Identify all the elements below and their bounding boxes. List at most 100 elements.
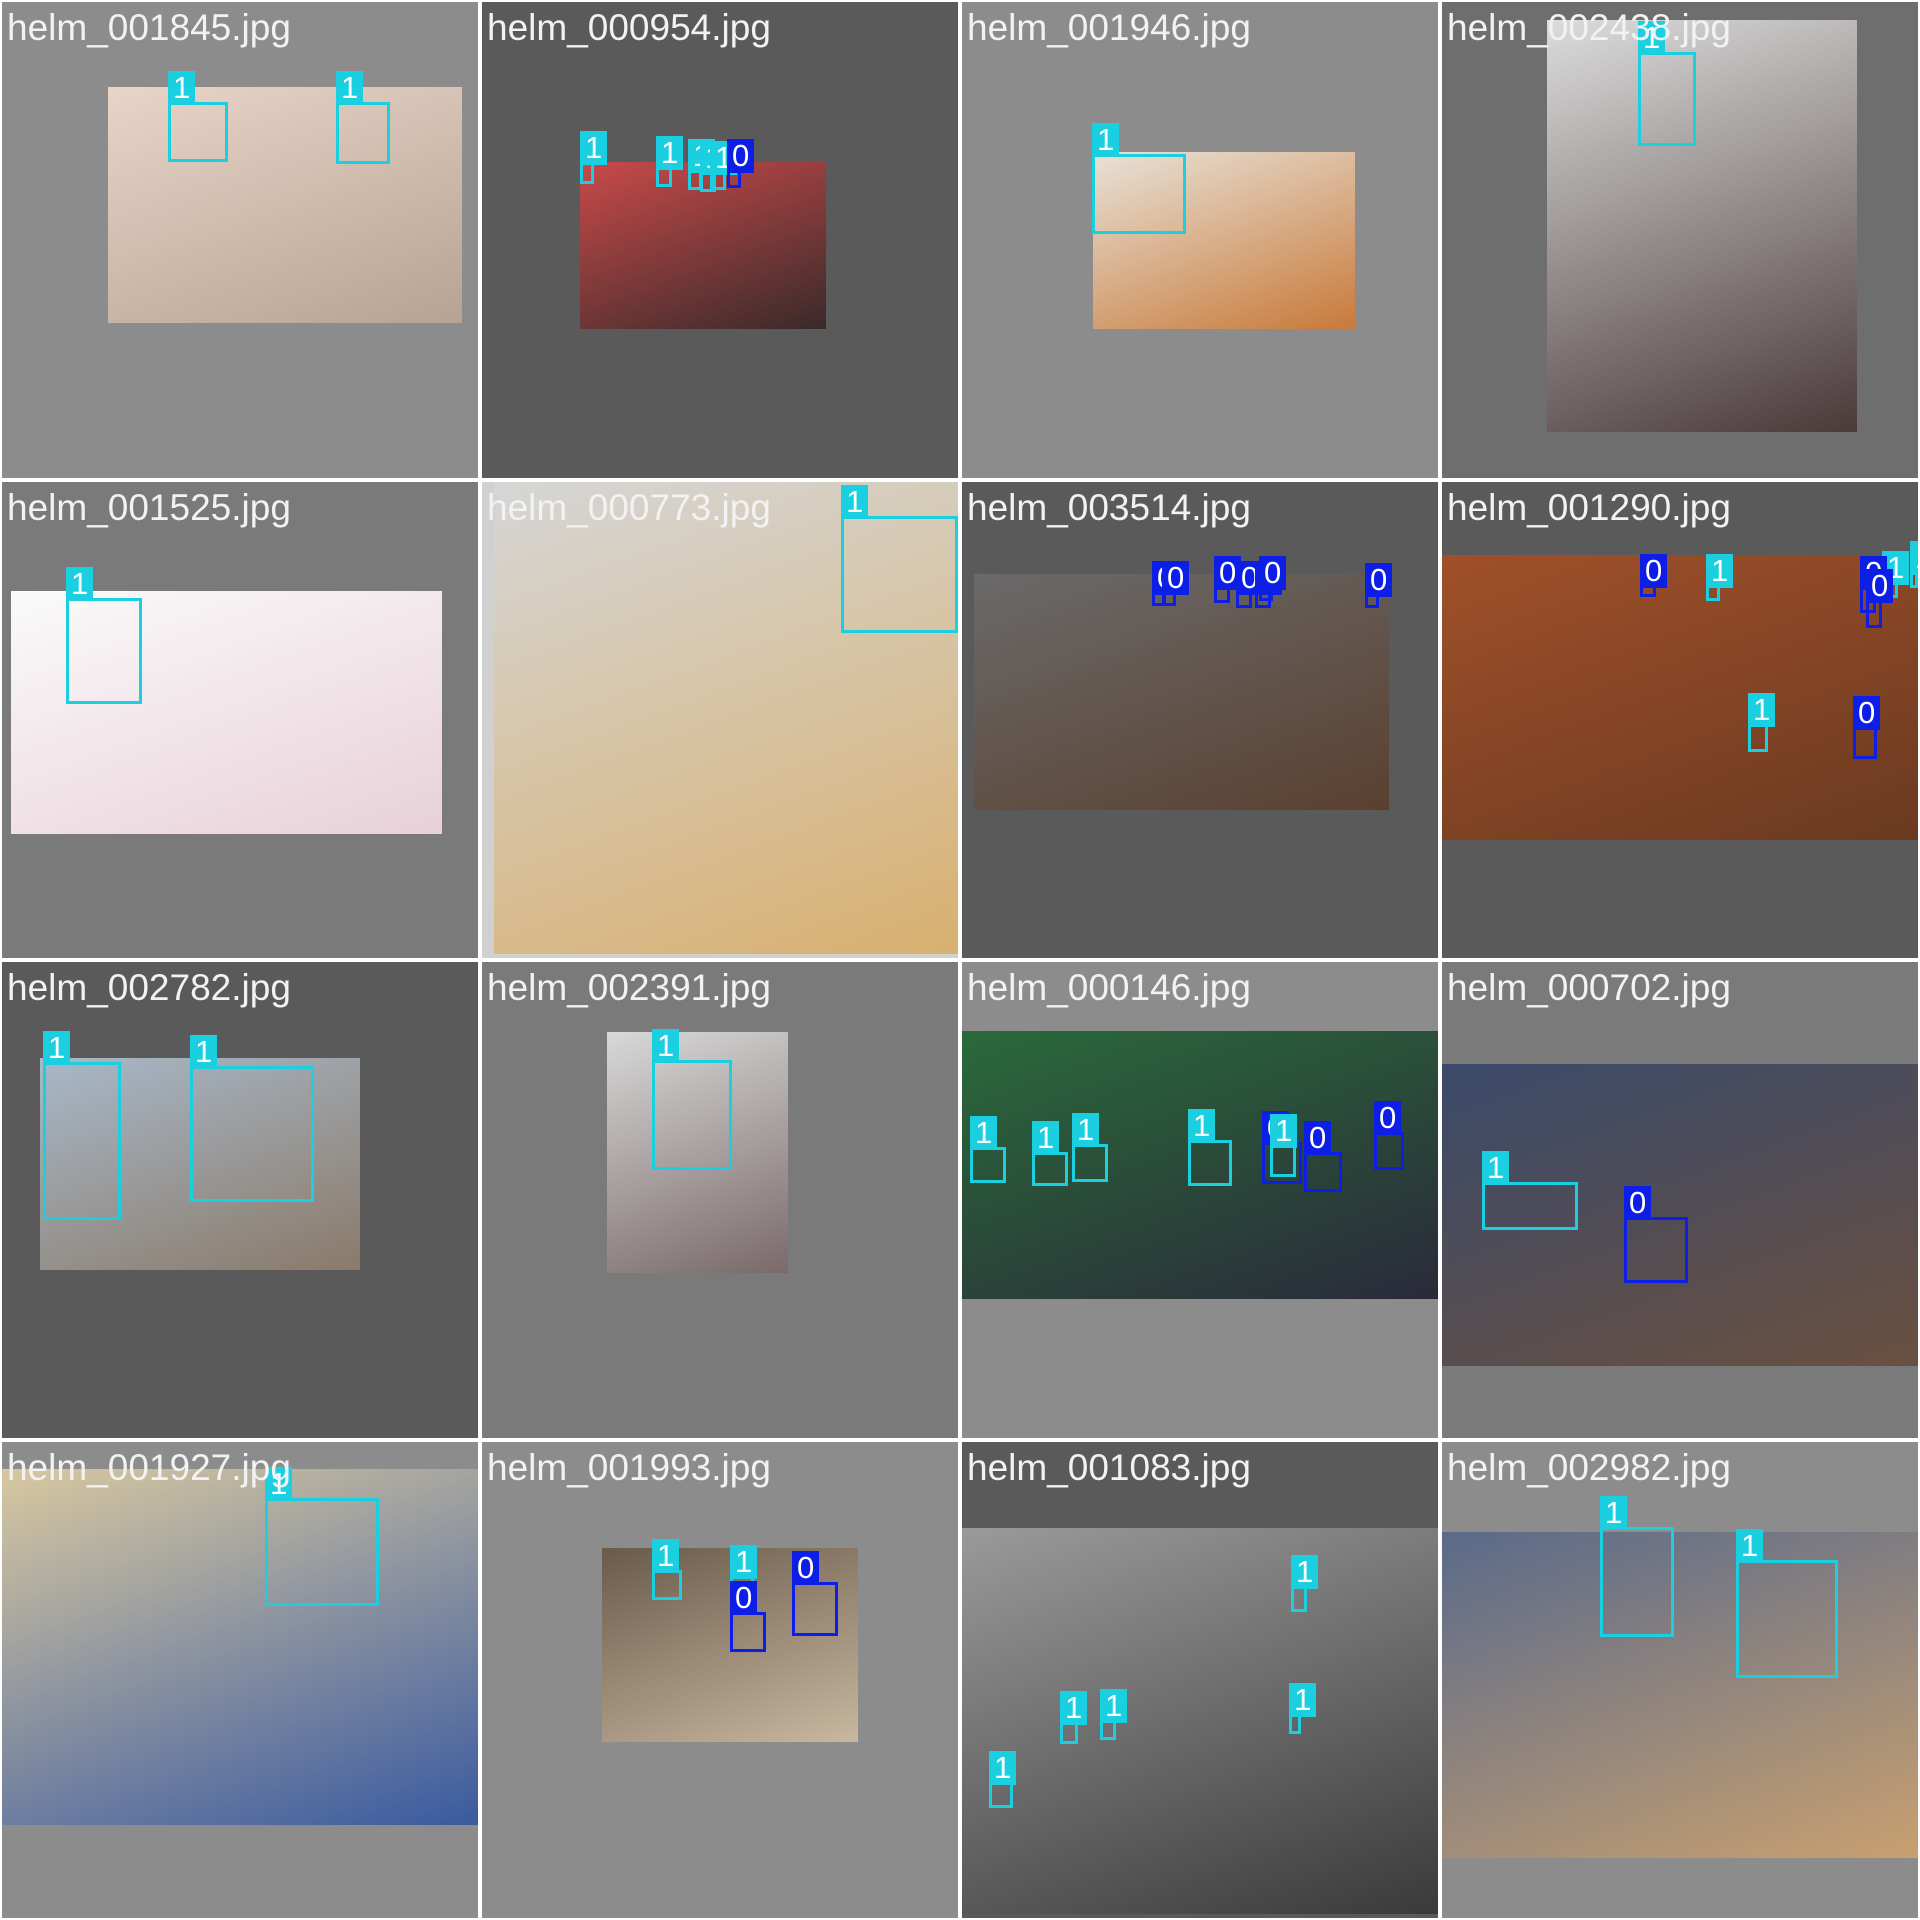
detection-box: 1 [1482,1151,1578,1230]
class-label: 1 [841,485,869,519]
detection-box: 1 [1291,1555,1319,1612]
photo [1442,555,1918,840]
image-filename: helm_000773.jpg [487,487,771,528]
class-label: 1 [168,71,196,105]
detection-box: 0 [1236,561,1264,608]
class-label: 1 [1736,1529,1764,1563]
image-filename: helm_001927.jpg [7,1447,291,1488]
detection-box: 0 [1853,696,1881,759]
detection-mosaic-grid: helm_001845.jpg11helm_000954.jpg111110he… [0,0,1920,1920]
image-filename: helm_000702.jpg [1447,967,1731,1008]
class-label: 1 [336,71,364,105]
class-label: 1 [1188,1109,1216,1143]
detection-box: 1 [841,485,958,633]
class-label: 0 [1304,1121,1332,1155]
detection-box: 1 [580,131,608,184]
class-label: 1 [730,1545,758,1579]
image-filename: helm_000146.jpg [967,967,1251,1008]
class-label: 1 [1072,1113,1100,1147]
detection-box: 1 [970,1116,1006,1183]
photo [1442,1532,1918,1858]
detection-box: 1 [1736,1529,1838,1678]
image-tile: helm_001946.jpg 1 [962,2,1438,478]
detection-box: 1 [168,71,228,162]
image-filename: helm_001845.jpg [7,7,291,48]
class-label: 0 [1866,569,1894,603]
detection-box: 1 [336,71,390,164]
class-label: 1 [1060,1691,1088,1725]
image-tile: helm_002391.jpg 1 [482,962,958,1438]
photo [1547,20,1857,432]
detection-box: 0 [1214,556,1242,603]
detection-box: 1 [1188,1109,1232,1186]
image-tile: helm_001525.jpg 1 [2,482,478,958]
class-label: 0 [727,139,755,173]
image-filename: helm_001290.jpg [1447,487,1731,528]
photo [974,574,1389,810]
detection-box: 0 [1866,569,1894,628]
detection-box: 1 [1600,1496,1674,1637]
class-label: 1 [1706,554,1734,588]
detection-box: 0 [1624,1186,1688,1283]
class-label: 0 [730,1581,758,1615]
image-tile: helm_000702.jpg 1 0 [1442,962,1918,1438]
class-label: 0 [1259,556,1287,590]
image-filename: helm_002782.jpg [7,967,291,1008]
detection-box: 1 [656,136,684,187]
class-label: 0 [1640,554,1668,588]
class-label: 0 [1162,561,1190,595]
image-filename: helm_001525.jpg [7,487,291,528]
class-label: 0 [1374,1101,1402,1135]
image-filename: helm_002391.jpg [487,967,771,1008]
detection-box: 1 [710,141,738,190]
image-filename: helm_001946.jpg [967,7,1251,48]
detection-box: 1 [1032,1121,1068,1186]
photo [962,1528,1438,1914]
class-label: 1 [43,1031,71,1065]
class-label: 0 [1365,563,1393,597]
image-filename: helm_001083.jpg [967,1447,1251,1488]
photo [2,1469,478,1825]
image-tile: helm_000773.jpg 1 [482,482,958,958]
class-label: 1 [1482,1151,1510,1185]
image-filename: helm_003514.jpg [967,487,1251,528]
image-filename: helm_002438.jpg [1447,7,1731,48]
class-label: 1 [970,1116,998,1150]
detection-box: 1 [1638,21,1696,146]
detection-box: 1 [1748,693,1776,752]
image-tile: helm_000954.jpg111110 [482,2,958,478]
class-label: 1 [1100,1689,1128,1723]
class-label: 0 [1853,696,1881,730]
detection-box: 0 [1374,1101,1404,1170]
class-label: 1 [1032,1121,1060,1155]
detection-box: 1 [43,1031,121,1220]
detection-box: 1 [265,1467,379,1606]
image-tile: helm_001290.jpg01110010 [1442,482,1918,958]
image-filename: helm_000954.jpg [487,7,771,48]
detection-box: 0 [792,1551,838,1636]
image-tile: helm_001845.jpg 1 1 [2,2,478,478]
detection-box: 1 [1270,1114,1298,1177]
class-label: 1 [580,131,608,165]
detection-box: 0 [1259,556,1287,601]
class-label: 1 [1291,1555,1319,1589]
class-label: 1 [1289,1683,1317,1717]
class-label: 1 [989,1751,1017,1785]
class-label: 1 [1092,123,1120,157]
detection-box: 0 [1365,563,1393,608]
image-filename: helm_002982.jpg [1447,1447,1731,1488]
detection-box: 1 [652,1029,732,1170]
class-label: 1 [656,136,684,170]
class-label: 0 [1624,1186,1652,1220]
image-tile: helm_001927.jpg 1 [2,1442,478,1918]
class-label: 1 [652,1029,680,1063]
class-label: 1 [1748,693,1776,727]
photo [108,87,462,323]
class-label: 1 [66,567,94,601]
image-tile: helm_001993.jpg 1 1 0 0 [482,1442,958,1918]
detection-box: 1 [1289,1683,1317,1734]
detection-box: 1 [1910,541,1918,588]
detection-box: 0 [1304,1121,1342,1192]
class-label: 1 [190,1035,218,1069]
detection-box: 1 [652,1539,682,1600]
